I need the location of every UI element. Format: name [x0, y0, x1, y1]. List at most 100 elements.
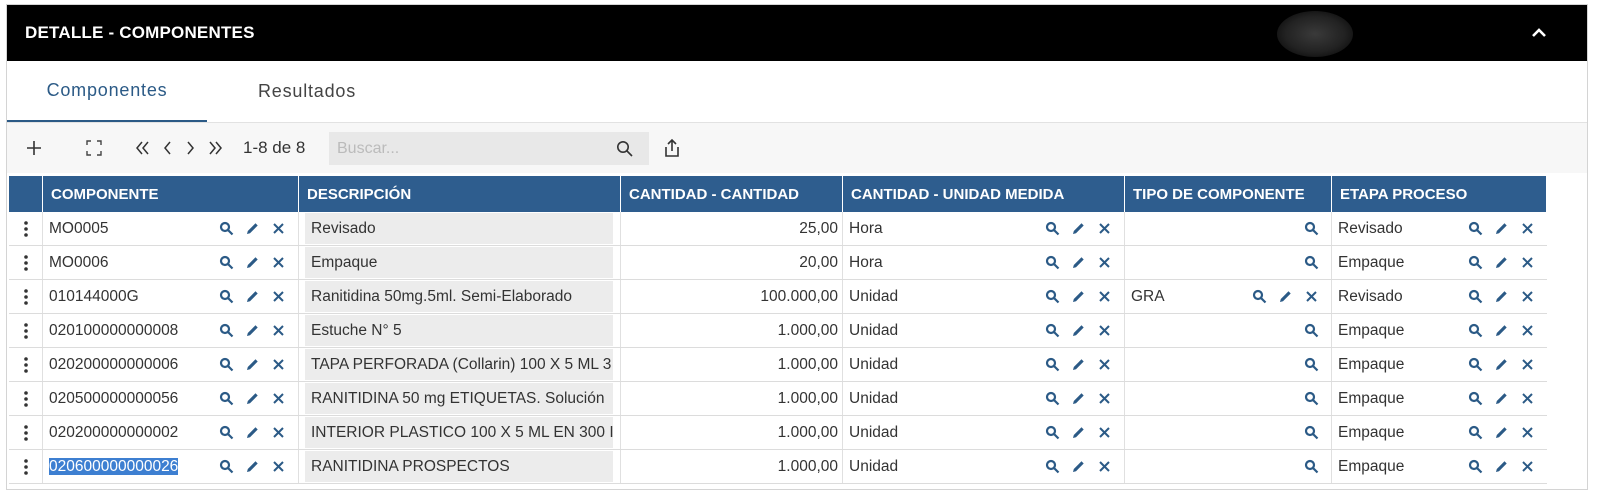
- etapa-search-icon[interactable]: [1467, 391, 1483, 407]
- table-row[interactable]: 020200000000006 TAPA PERFORADA (Collarin)…: [9, 348, 1547, 382]
- etapa-clear-close-icon[interactable]: [1519, 357, 1535, 373]
- cell-cantidad[interactable]: 20,00: [621, 246, 843, 279]
- last-page-icon[interactable]: [207, 123, 223, 173]
- etapa-clear-close-icon[interactable]: [1519, 323, 1535, 339]
- componente-edit-pencil-icon[interactable]: [244, 221, 260, 237]
- etapa-search-icon[interactable]: [1467, 425, 1483, 441]
- etapa-search-icon[interactable]: [1467, 459, 1483, 475]
- cell-etapa-proceso[interactable]: Revisado: [1332, 212, 1547, 245]
- cell-unidad-medida[interactable]: Hora: [843, 246, 1125, 279]
- unidad-search-icon[interactable]: [1044, 255, 1060, 271]
- unidad-search-icon[interactable]: [1044, 289, 1060, 305]
- tipo-search-icon[interactable]: [1251, 289, 1267, 305]
- unidad-search-icon[interactable]: [1044, 357, 1060, 373]
- tipo-clear-close-icon[interactable]: [1303, 289, 1319, 305]
- fullscreen-expand-icon[interactable]: [85, 123, 103, 173]
- componente-clear-close-icon[interactable]: [270, 323, 286, 339]
- cell-unidad-medida[interactable]: Unidad: [843, 382, 1125, 415]
- add-plus-icon[interactable]: [27, 123, 41, 173]
- table-row[interactable]: 010144000G Ranitidina 50mg.5ml. Semi-Elab…: [9, 280, 1547, 314]
- column-header-tipo-componente[interactable]: TIPO DE COMPONENTE: [1125, 176, 1332, 212]
- collapse-chevron-up-icon[interactable]: [1529, 23, 1549, 43]
- unidad-clear-close-icon[interactable]: [1096, 459, 1112, 475]
- etapa-clear-close-icon[interactable]: [1519, 459, 1535, 475]
- unidad-clear-close-icon[interactable]: [1096, 289, 1112, 305]
- row-menu-dots-icon[interactable]: [9, 450, 43, 483]
- etapa-edit-pencil-icon[interactable]: [1493, 425, 1509, 441]
- cell-cantidad[interactable]: 1.000,00: [621, 416, 843, 449]
- cell-tipo-componente[interactable]: [1125, 314, 1332, 347]
- column-header-unidad-medida[interactable]: CANTIDAD - UNIDAD MEDIDA: [843, 176, 1125, 212]
- cell-tipo-componente[interactable]: [1125, 348, 1332, 381]
- cell-etapa-proceso[interactable]: Revisado: [1332, 280, 1547, 313]
- componente-edit-pencil-icon[interactable]: [244, 357, 260, 373]
- row-menu-dots-icon[interactable]: [9, 246, 43, 279]
- cell-unidad-medida[interactable]: Unidad: [843, 280, 1125, 313]
- cell-cantidad[interactable]: 25,00: [621, 212, 843, 245]
- unidad-clear-close-icon[interactable]: [1096, 391, 1112, 407]
- row-menu-dots-icon[interactable]: [9, 212, 43, 245]
- table-row[interactable]: MO0005 Revisado 25,00 Hora Revisado: [9, 212, 1547, 246]
- cell-tipo-componente[interactable]: [1125, 450, 1332, 483]
- unidad-clear-close-icon[interactable]: [1096, 357, 1112, 373]
- componente-edit-pencil-icon[interactable]: [244, 425, 260, 441]
- etapa-search-icon[interactable]: [1467, 221, 1483, 237]
- cell-componente[interactable]: 010144000G: [43, 280, 299, 313]
- cell-cantidad[interactable]: 1.000,00: [621, 348, 843, 381]
- unidad-edit-pencil-icon[interactable]: [1070, 221, 1086, 237]
- componente-search-icon[interactable]: [218, 357, 234, 373]
- tipo-search-icon[interactable]: [1303, 323, 1319, 339]
- componente-search-icon[interactable]: [218, 459, 234, 475]
- tab-componentes[interactable]: Componentes: [7, 61, 207, 122]
- unidad-clear-close-icon[interactable]: [1096, 323, 1112, 339]
- row-menu-dots-icon[interactable]: [9, 382, 43, 415]
- cell-descripcion[interactable]: Revisado: [299, 212, 621, 245]
- table-row[interactable]: 020200000000002 INTERIOR PLASTICO 100 X 5…: [9, 416, 1547, 450]
- tipo-search-icon[interactable]: [1303, 425, 1319, 441]
- unidad-search-icon[interactable]: [1044, 459, 1060, 475]
- export-share-icon[interactable]: [663, 123, 681, 173]
- etapa-clear-close-icon[interactable]: [1519, 221, 1535, 237]
- componente-edit-pencil-icon[interactable]: [244, 391, 260, 407]
- cell-tipo-componente[interactable]: GRA: [1125, 280, 1332, 313]
- cell-etapa-proceso[interactable]: Empaque: [1332, 450, 1547, 483]
- cell-unidad-medida[interactable]: Unidad: [843, 450, 1125, 483]
- tipo-edit-pencil-icon[interactable]: [1277, 289, 1293, 305]
- cell-descripcion[interactable]: Empaque: [299, 246, 621, 279]
- componente-clear-close-icon[interactable]: [270, 425, 286, 441]
- row-menu-dots-icon[interactable]: [9, 348, 43, 381]
- componente-clear-close-icon[interactable]: [270, 221, 286, 237]
- cell-componente[interactable]: MO0006: [43, 246, 299, 279]
- componente-search-icon[interactable]: [218, 391, 234, 407]
- unidad-clear-close-icon[interactable]: [1096, 425, 1112, 441]
- componente-search-icon[interactable]: [218, 289, 234, 305]
- cell-componente[interactable]: 020600000000026: [43, 450, 299, 483]
- cell-etapa-proceso[interactable]: Empaque: [1332, 246, 1547, 279]
- componente-clear-close-icon[interactable]: [270, 289, 286, 305]
- etapa-search-icon[interactable]: [1467, 357, 1483, 373]
- column-header-componente[interactable]: COMPONENTE: [43, 176, 299, 212]
- table-row[interactable]: 020600000000026 RANITIDINA PROSPECTOS 1.00…: [9, 450, 1547, 484]
- cell-cantidad[interactable]: 100.000,00: [621, 280, 843, 313]
- tab-resultados[interactable]: Resultados: [207, 61, 407, 122]
- componente-edit-pencil-icon[interactable]: [244, 323, 260, 339]
- etapa-edit-pencil-icon[interactable]: [1493, 255, 1509, 271]
- etapa-search-icon[interactable]: [1467, 323, 1483, 339]
- unidad-search-icon[interactable]: [1044, 391, 1060, 407]
- cell-tipo-componente[interactable]: [1125, 212, 1332, 245]
- cell-unidad-medida[interactable]: Unidad: [843, 348, 1125, 381]
- unidad-edit-pencil-icon[interactable]: [1070, 357, 1086, 373]
- tipo-search-icon[interactable]: [1303, 391, 1319, 407]
- etapa-clear-close-icon[interactable]: [1519, 255, 1535, 271]
- cell-cantidad[interactable]: 1.000,00: [621, 450, 843, 483]
- componente-clear-close-icon[interactable]: [270, 391, 286, 407]
- unidad-edit-pencil-icon[interactable]: [1070, 289, 1086, 305]
- etapa-search-icon[interactable]: [1467, 289, 1483, 305]
- cell-componente[interactable]: 020100000000008: [43, 314, 299, 347]
- cell-componente[interactable]: MO0005: [43, 212, 299, 245]
- cell-etapa-proceso[interactable]: Empaque: [1332, 416, 1547, 449]
- tipo-search-icon[interactable]: [1303, 255, 1319, 271]
- unidad-edit-pencil-icon[interactable]: [1070, 255, 1086, 271]
- componente-search-icon[interactable]: [218, 221, 234, 237]
- column-header-etapa-proceso[interactable]: ETAPA PROCESO: [1332, 176, 1547, 212]
